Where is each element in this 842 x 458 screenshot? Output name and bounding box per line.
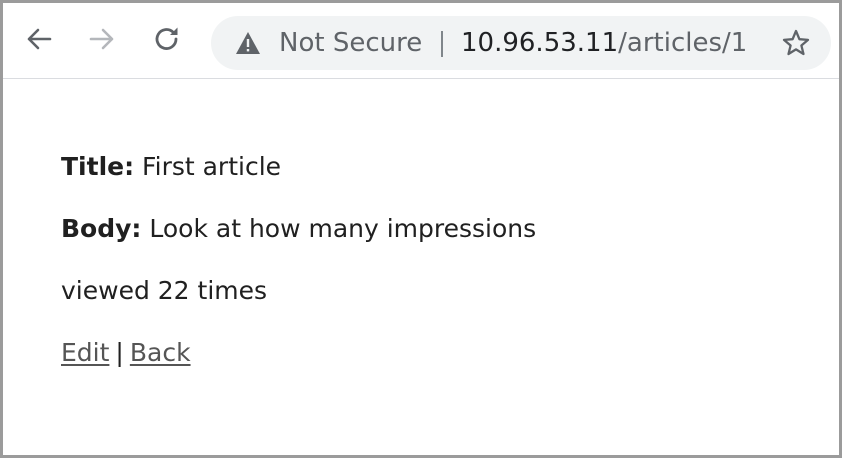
arrow-right-icon [89, 28, 114, 50]
link-separator: | [115, 338, 124, 367]
view-count: viewed 22 times [61, 276, 268, 305]
browser-toolbar: Not Secure 10.96.53.11/articles/1 [3, 3, 839, 79]
body-label: Body: [61, 214, 142, 243]
url-host: 10.96.53.11 [461, 28, 619, 58]
security-status-label[interactable]: Not Secure [279, 29, 422, 57]
body-value: Look at how many impressions [141, 214, 537, 243]
arrow-left-icon [27, 28, 52, 50]
title-label: Title: [61, 152, 135, 181]
address-bar[interactable]: Not Secure 10.96.53.11/articles/1 [211, 16, 831, 70]
address-bar-divider [441, 31, 443, 57]
url-text[interactable]: 10.96.53.11/articles/1 [461, 29, 747, 57]
browser-window: Not Secure 10.96.53.11/articles/1 Title:… [0, 0, 842, 458]
warning-triangle-icon[interactable] [235, 31, 261, 55]
url-path: /articles/1 [618, 28, 748, 58]
article-actions: Edit | Back [61, 338, 191, 368]
article-body-row: Body: Look at how many impressions [61, 214, 536, 244]
reload-icon [155, 27, 178, 50]
back-link[interactable]: Back [130, 338, 191, 367]
edit-link[interactable]: Edit [61, 338, 109, 367]
back-button[interactable] [23, 23, 55, 55]
forward-button[interactable] [86, 23, 118, 55]
reload-button[interactable] [151, 23, 183, 55]
star-icon[interactable] [781, 28, 811, 58]
title-value: First article [134, 152, 282, 181]
article-title-row: Title: First article [61, 152, 281, 182]
